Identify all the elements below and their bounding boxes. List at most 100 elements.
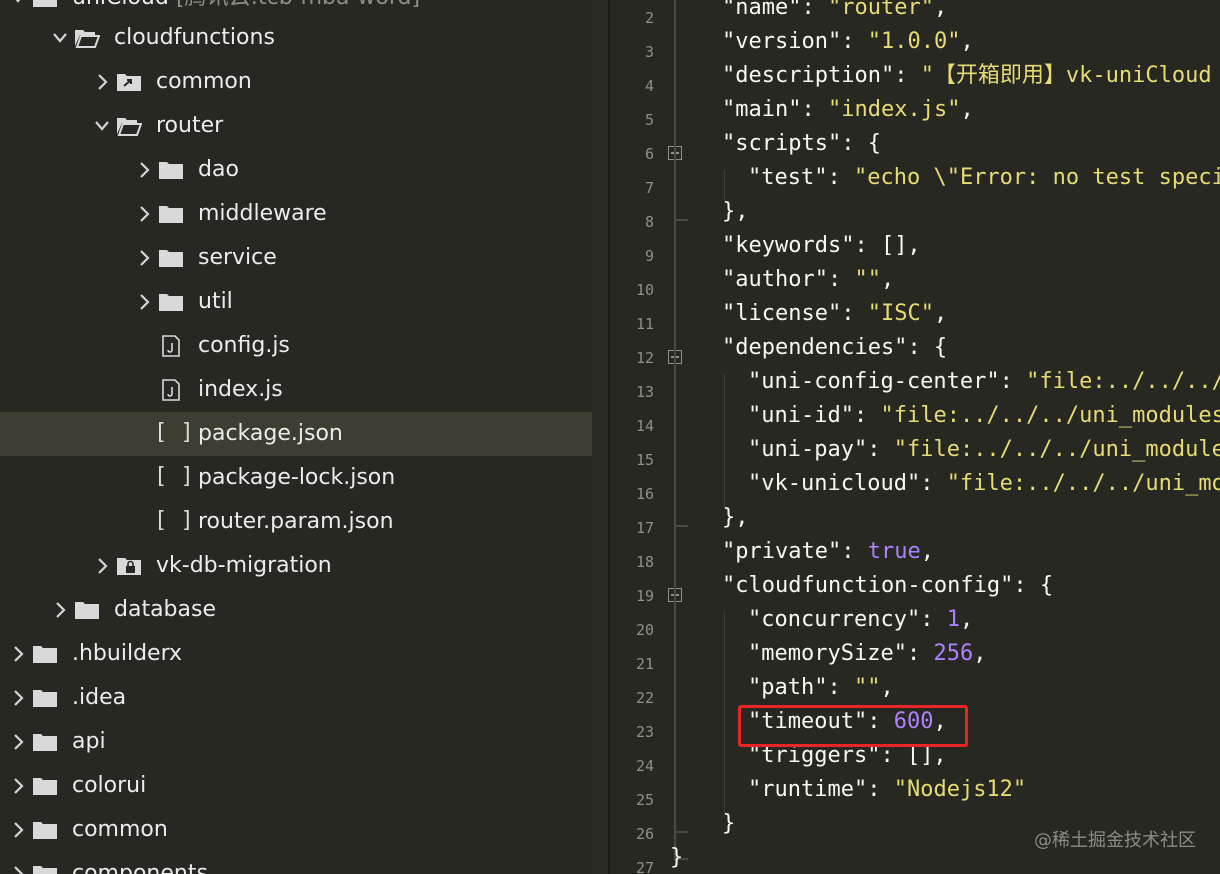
tree-row[interactable]: [ ] package-lock.json [0, 456, 592, 500]
code-line[interactable]: "path": "", [748, 674, 894, 702]
json-key: "memorySize" [748, 641, 907, 666]
tree-row[interactable]: cloudfunctions [0, 16, 592, 60]
cloud-folder-icon [32, 0, 58, 9]
code-line[interactable]: "private": true, [722, 538, 934, 566]
tree-item-label: colorui [72, 773, 147, 798]
json-string: "Nodejs12" [893, 777, 1027, 802]
tree-row[interactable]: config.js [0, 324, 592, 368]
json-punctuation: : [827, 675, 854, 700]
line-number: 16 [635, 485, 654, 503]
json-key: "dependencies" [722, 335, 908, 360]
chevron-down-icon[interactable] [94, 116, 110, 136]
json-key: "uni-config-center" [748, 369, 1000, 394]
tree-row[interactable]: dao [0, 148, 592, 192]
code-line[interactable]: "memorySize": 256, [748, 640, 986, 668]
json-punctuation: , [880, 267, 895, 292]
tree-row[interactable]: .idea [0, 676, 592, 720]
tree-item-label: package.json [198, 421, 343, 446]
json-punctuation: : [801, 97, 828, 122]
tree-row[interactable]: [ ] router.param.json [0, 500, 592, 544]
line-number: 24 [635, 757, 654, 775]
chevron-right-icon[interactable] [10, 820, 26, 840]
chevron-right-icon[interactable] [94, 72, 110, 92]
tree-item-label: common [72, 817, 168, 842]
code-line[interactable]: "concurrency": 1, [748, 606, 973, 634]
code-line[interactable]: "author": "", [722, 266, 894, 294]
tree-row[interactable]: index.js [0, 368, 592, 412]
indent-guide [724, 170, 725, 204]
tree-item-label: middleware [198, 201, 327, 226]
code-line[interactable]: "version": "1.0.0", [722, 28, 974, 56]
code-line[interactable]: "cloudfunction-config": { [722, 572, 1053, 600]
line-number: 13 [635, 383, 654, 401]
code-line[interactable]: }, [722, 504, 749, 532]
tree-row[interactable]: [ ] package.json [0, 412, 592, 456]
chevron-right-icon[interactable] [136, 248, 152, 268]
json-punctuation: , [933, 0, 948, 20]
fold-guide-end [674, 831, 688, 833]
json-file-icon: [ ] [154, 464, 194, 489]
code-line[interactable]: "vk-unicloud": "file:../../../uni_mo [748, 470, 1220, 498]
tree-item-label: util [198, 289, 233, 314]
code-line[interactable]: "main": "index.js", [722, 96, 974, 124]
chevron-right-icon[interactable] [52, 600, 68, 620]
chevron-right-icon[interactable] [10, 864, 26, 874]
tree-row[interactable]: colorui [0, 764, 592, 808]
json-punctuation: : [841, 539, 868, 564]
code-line[interactable]: "name": "router", [722, 0, 947, 22]
tree-row[interactable]: common [0, 808, 592, 852]
json-number: 1 [946, 607, 960, 632]
code-line[interactable]: "uni-pay": "file:../../../uni_module [748, 436, 1220, 464]
tree-row[interactable]: common [0, 60, 592, 104]
tree-item-label: .hbuilderx [72, 641, 183, 666]
code-line[interactable]: "uni-id": "file:../../../uni_modules [748, 402, 1220, 430]
chevron-right-icon[interactable] [10, 688, 26, 708]
json-punctuation: : [], [854, 233, 921, 258]
tree-row[interactable]: api [0, 720, 592, 764]
tree-row[interactable]: .hbuilderx [0, 632, 592, 676]
json-key: "keywords" [722, 233, 855, 258]
code-line[interactable]: "dependencies": { [722, 334, 947, 362]
explorer-scroll-track[interactable] [592, 0, 608, 874]
chevron-right-icon[interactable] [10, 732, 26, 752]
folder-icon [158, 247, 184, 269]
folder-lock-icon [116, 555, 142, 577]
chevron-right-icon[interactable] [10, 776, 26, 796]
tree-row[interactable]: middleware [0, 192, 592, 236]
line-number: 18 [635, 553, 654, 571]
tree-item-label: router [156, 113, 224, 138]
tree-item-label: components [72, 861, 208, 874]
code-line[interactable]: } [670, 844, 683, 872]
chevron-right-icon[interactable] [94, 556, 110, 576]
tree-row[interactable]: vk-db-migration [0, 544, 592, 588]
code-line[interactable]: "test": "echo \"Error: no test speci [748, 164, 1220, 192]
tree-row[interactable]: service [0, 236, 592, 280]
tree-row[interactable]: router [0, 104, 592, 148]
tree-row[interactable]: util [0, 280, 592, 324]
chevron-right-icon[interactable] [136, 204, 152, 224]
json-key: "path" [748, 675, 828, 700]
tree-item-label: package-lock.json [198, 465, 396, 490]
tree-row[interactable]: database [0, 588, 592, 632]
tree-row[interactable]: components [0, 852, 592, 874]
code-line[interactable]: "description": "【开箱即用】vk-uniCloud [722, 62, 1212, 90]
code-line[interactable]: "scripts": { [722, 130, 881, 158]
chevron-right-icon[interactable] [136, 292, 152, 312]
code-line[interactable]: }, [722, 198, 749, 226]
chevron-right-icon[interactable] [136, 160, 152, 180]
json-string: "file:../../../uni_modules [880, 403, 1220, 428]
code-line[interactable]: "runtime": "Nodejs12" [748, 776, 1026, 804]
json-key: "test" [748, 165, 828, 190]
code-line[interactable]: "uni-config-center": "file:../../../ [748, 368, 1220, 396]
chevron-down-icon[interactable] [10, 0, 26, 8]
json-key: "runtime" [748, 777, 868, 802]
code-line[interactable]: "keywords": [], [722, 232, 921, 260]
code-line[interactable]: "license": "ISC", [722, 300, 947, 328]
json-punctuation: , [920, 539, 934, 564]
folder-icon [158, 159, 184, 181]
chevron-right-icon[interactable] [10, 644, 26, 664]
fold-guide-end [674, 219, 688, 221]
chevron-down-icon[interactable] [52, 28, 68, 48]
json-string: "" [854, 267, 881, 292]
tree-item-label: service [198, 245, 277, 270]
